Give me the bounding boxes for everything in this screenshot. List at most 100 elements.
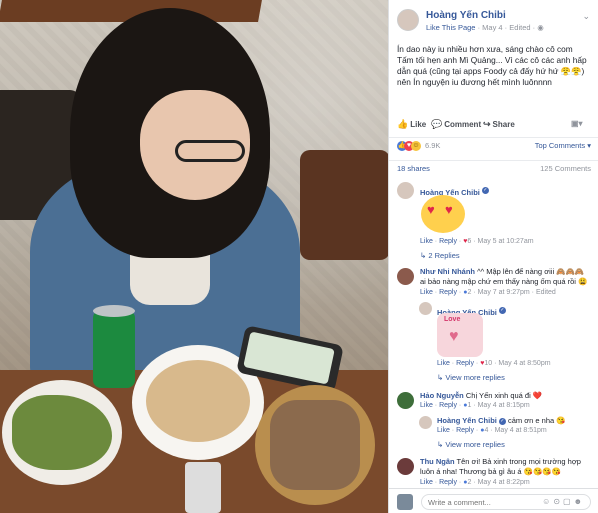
photo-napkin-holder <box>185 462 221 513</box>
comment-like-link[interactable]: Like <box>420 479 433 486</box>
comment-meta: Like · Reply · ●1 · May 4 at 8:15pm <box>420 402 530 409</box>
comment-reaction-count[interactable]: 1 <box>467 402 471 409</box>
commenter-avatar[interactable] <box>419 302 432 315</box>
commenter-name[interactable]: Hoàng Yến Chibi <box>437 416 497 425</box>
comment-edited[interactable]: Edited <box>536 289 556 296</box>
edited-label[interactable]: Edited <box>509 23 530 32</box>
comment-body: Hảo Nguyễn Chị Yến xinh quá đi ❤️ <box>420 391 592 401</box>
page-name-link[interactable]: Hoàng Yến Chibi <box>426 10 506 21</box>
comment-reply-link[interactable]: Reply <box>439 479 457 486</box>
commenter-avatar[interactable] <box>397 458 414 475</box>
post-caption: Ín dao này iu nhiều hơn xưa, sáng chào c… <box>397 44 587 87</box>
commenter-avatar[interactable] <box>397 268 414 285</box>
comment-like-link[interactable]: Like <box>437 360 450 367</box>
comment-reaction-count[interactable]: 10 <box>484 360 492 367</box>
comments-count[interactable]: 125 Comments <box>540 164 591 173</box>
comment-reply-link[interactable]: Reply <box>439 289 457 296</box>
share-button[interactable]: ↪ Share <box>483 119 515 130</box>
verified-icon: ✓ <box>481 187 489 195</box>
photo-chair-right <box>300 150 388 260</box>
view-replies-link[interactable]: ↳ 2 Replies <box>420 251 460 260</box>
verified-icon: ✓ <box>498 417 506 425</box>
comment-item: Hảo Nguyễn Chị Yến xinh quá đi ❤️ Like ·… <box>389 390 598 412</box>
photo-glasses <box>175 140 245 162</box>
comment-meta: Like · Reply · ♥6 · May 5 at 10:27am <box>420 238 534 245</box>
comment-time[interactable]: May 4 at 8:50pm <box>498 360 550 367</box>
comment-reply-link[interactable]: Reply <box>456 427 474 434</box>
comment-reply-link[interactable]: Reply <box>439 238 457 245</box>
view-more-replies-link[interactable]: ↳ View more replies <box>437 440 505 449</box>
like-label: Like <box>410 120 427 129</box>
heart-icon: ♥ <box>445 202 453 217</box>
comment-time[interactable]: May 5 at 10:27am <box>478 238 534 245</box>
avatar-small-icon: ▣▾ <box>571 119 583 128</box>
comment-reply-link[interactable]: Reply <box>439 402 457 409</box>
photo-can-top <box>93 305 135 317</box>
comment-meta: Like · Reply · ♥10 · May 4 at 8:50pm <box>437 360 551 367</box>
reply-item: Hoàng Yến Chibi ✓ cảm ơn e nha 😘 Like · R… <box>389 414 598 454</box>
share-icon: ↪ <box>483 119 491 129</box>
comment-reaction-count[interactable]: 6 <box>467 238 471 245</box>
comment-like-link[interactable]: Like <box>437 427 450 434</box>
page-avatar[interactable] <box>397 9 419 31</box>
post-date[interactable]: May 4 <box>482 23 502 32</box>
comment-item: Thu Ngân Tên ơi! Bả xinh trong mọi trườn… <box>389 456 598 488</box>
more-replies-label: View more replies <box>445 373 505 382</box>
top-comments-label: Top Comments <box>534 141 586 150</box>
sticker-text: Love <box>444 316 461 323</box>
view-more-replies-link[interactable]: ↳ View more replies <box>437 373 505 382</box>
commenter-name[interactable]: Như Nhi Nhánh <box>420 267 475 276</box>
chevron-down-icon[interactable]: ⌄ <box>582 11 590 22</box>
post-photo[interactable] <box>0 0 388 513</box>
comment-body: Thu Ngân Tên ơi! Bả xinh trong mọi trườn… <box>420 457 592 477</box>
post-sidebar: Hoàng Yến Chibi Like This Page · May 4 ·… <box>388 0 598 513</box>
photo-soup <box>146 360 250 442</box>
reply-item: Hoàng Yến Chibi✓ Love ♥ Like · Reply · ♥… <box>389 300 598 386</box>
comment-text: cảm ơn e nha 😘 <box>507 416 566 425</box>
post-meta: Like This Page · May 4 · Edited · ◉ <box>426 23 544 32</box>
verified-icon: ✓ <box>498 307 506 315</box>
replies-label: 2 Replies <box>428 251 460 260</box>
comment-reply-link[interactable]: Reply <box>456 360 474 367</box>
reactions-row: 👍 ♥ ☺ 6.9K Top Comments ▾ <box>389 137 598 151</box>
comment-item: Như Nhi Nhánh ^^ Mập lên để nàng ơiii 🙈🙈… <box>389 266 598 298</box>
comment-reaction-count[interactable]: 2 <box>467 289 471 296</box>
comment-body: Như Nhi Nhánh ^^ Mập lên để nàng ơiii 🙈🙈… <box>420 267 592 287</box>
commenter-avatar[interactable] <box>397 182 414 199</box>
commenter-name[interactable]: Thu Ngân <box>420 457 455 466</box>
sticker-icon[interactable]: ☻ <box>574 497 585 506</box>
heart-icon: ♥ <box>449 328 459 345</box>
comment-time[interactable]: May 7 at 9:27pm <box>478 289 530 296</box>
comment-button[interactable]: 💬 Comment <box>431 119 481 130</box>
emoji-icon[interactable]: ☺ <box>542 497 553 506</box>
comment-body: Hoàng Yến Chibi ✓ cảm ơn e nha 😘 <box>437 416 592 426</box>
comment-like-link[interactable]: Like <box>420 289 433 296</box>
camera-icon[interactable]: ⊙ <box>553 497 563 506</box>
thumbs-up-icon: 👍 <box>397 119 409 129</box>
post-header: Hoàng Yến Chibi Like This Page · May 4 ·… <box>389 0 598 40</box>
shares-count[interactable]: 18 shares <box>397 164 430 173</box>
post-actions: 👍 Like 💬 Comment ↪ Share ▣▾ <box>389 117 598 133</box>
reaction-count[interactable]: 6.9K <box>425 141 440 150</box>
comment-like-link[interactable]: Like <box>420 402 433 409</box>
current-user-avatar[interactable] <box>397 494 413 510</box>
comment-reaction-count[interactable]: 4 <box>484 427 488 434</box>
commenter-avatar[interactable] <box>419 416 432 429</box>
comment-time[interactable]: May 4 at 8:22pm <box>478 479 530 486</box>
like-button[interactable]: 👍 Like <box>397 119 426 130</box>
like-page-link[interactable]: Like This Page <box>426 23 475 32</box>
comment-icon: 💬 <box>431 119 443 129</box>
commenter-avatar[interactable] <box>397 392 414 409</box>
top-comments-dropdown[interactable]: Top Comments ▾ <box>535 141 591 150</box>
heart-icon: ♥ <box>427 202 435 217</box>
comment-meta: Like · Reply · ●2 · May 4 at 8:22pm <box>420 479 530 486</box>
commenter-name[interactable]: Hảo Nguyễn <box>420 391 464 400</box>
comment-time[interactable]: May 4 at 8:51pm <box>495 427 547 434</box>
heart-eyes-sticker: ♥ ♥ <box>421 195 465 233</box>
profile-selector[interactable]: ▣▾ <box>571 119 583 128</box>
comment-reaction-count[interactable]: 2 <box>467 479 471 486</box>
comment-time[interactable]: May 4 at 8:15pm <box>478 402 530 409</box>
comment-like-link[interactable]: Like <box>420 238 433 245</box>
haha-reaction-icon[interactable]: ☺ <box>411 141 421 151</box>
gif-icon[interactable]: ▢ <box>563 497 574 506</box>
